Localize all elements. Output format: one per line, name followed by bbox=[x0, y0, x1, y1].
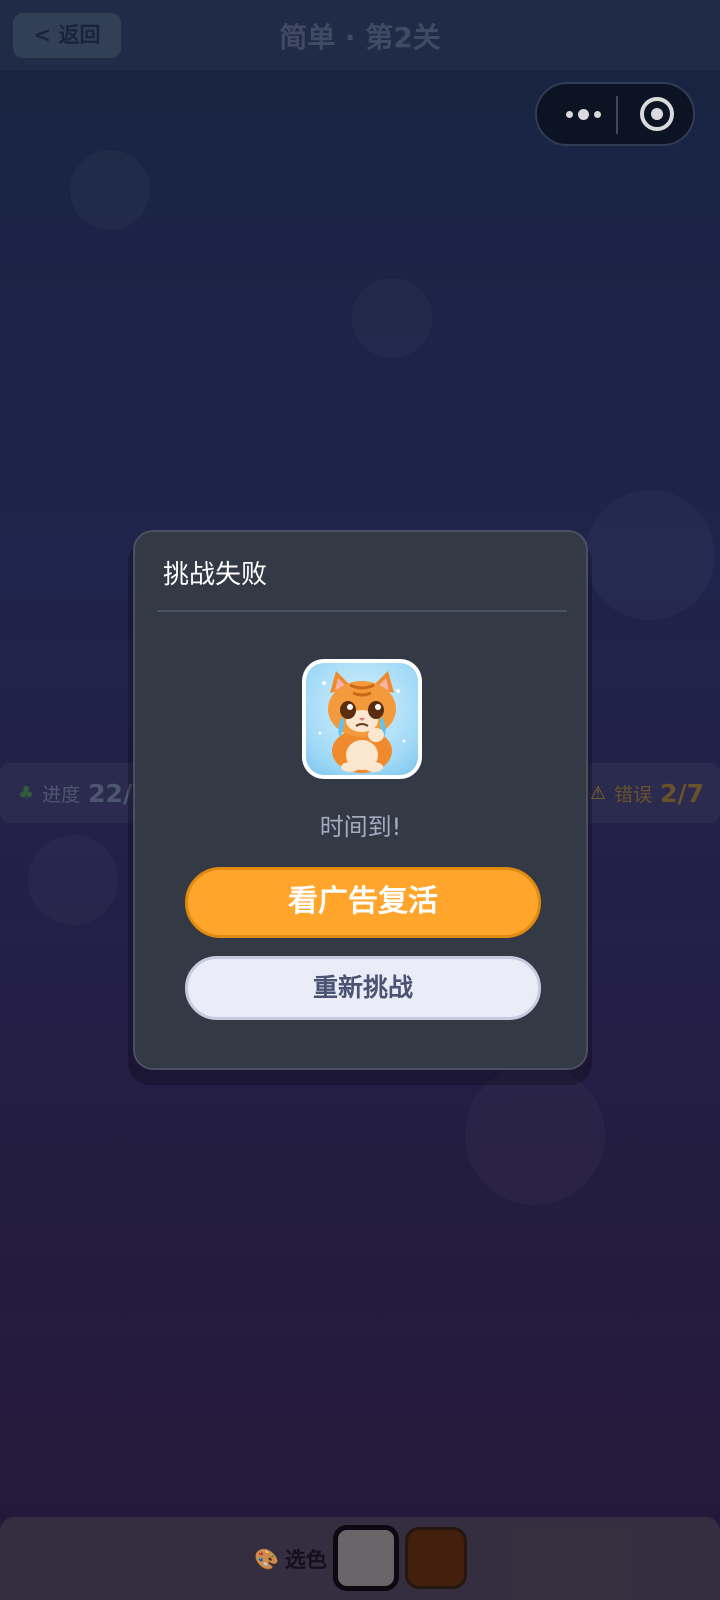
challenge-failed-dialog: 挑战失败 时间到! 看广告复活 重新挑战 bbox=[133, 530, 588, 1070]
dialog-divider bbox=[157, 610, 567, 612]
dialog-title: 挑战失败 bbox=[163, 560, 268, 590]
watch-ad-revive-button[interactable]: 看广告复活 bbox=[185, 867, 541, 938]
retry-button[interactable]: 重新挑战 bbox=[185, 956, 541, 1020]
crying-cat-image bbox=[302, 659, 422, 779]
dialog-message: 时间到! bbox=[319, 813, 402, 841]
